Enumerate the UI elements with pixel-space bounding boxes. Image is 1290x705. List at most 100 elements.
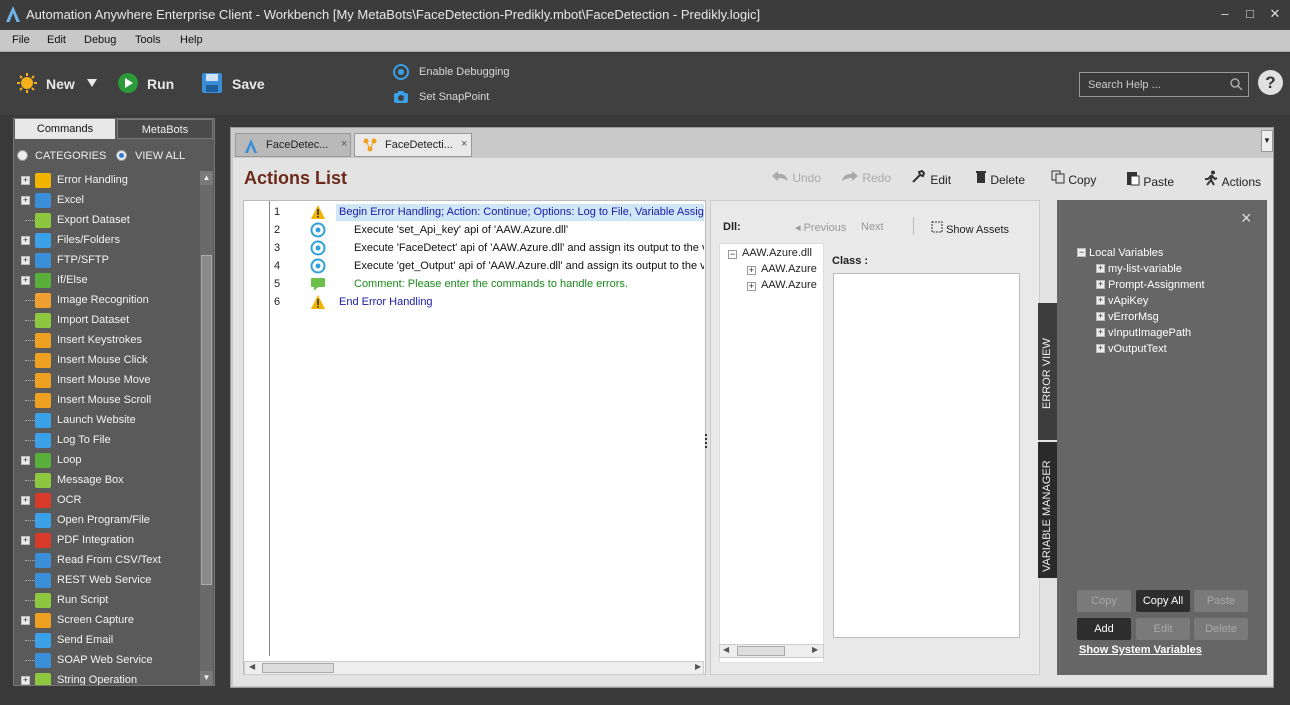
expand-toggle-icon[interactable]: + (21, 256, 30, 265)
menu-file[interactable]: File (12, 34, 30, 46)
expand-toggle-icon[interactable]: + (21, 616, 30, 625)
expand-toggle-icon[interactable]: + (747, 282, 756, 291)
view-all-radio[interactable] (116, 150, 127, 161)
scroll-thumb[interactable] (201, 255, 212, 585)
command-item[interactable]: Export Dataset (17, 211, 200, 231)
expand-toggle-icon[interactable]: + (1096, 344, 1105, 353)
command-item[interactable]: SOAP Web Service (17, 651, 200, 671)
scroll-left-icon[interactable]: ◀ (723, 645, 729, 654)
close-icon[interactable]: × (1241, 208, 1252, 229)
command-item[interactable]: Image Recognition (17, 291, 200, 311)
previous-button[interactable]: ◂ Previous (795, 221, 846, 234)
script-line[interactable]: 2 Execute 'set_Api_key' api of 'AAW.Azure… (244, 221, 704, 239)
delete-variable-button[interactable]: Delete (1194, 618, 1248, 640)
tab-variable-manager[interactable]: VARIABLE MANAGER (1038, 442, 1058, 578)
command-item[interactable]: Insert Mouse Move (17, 371, 200, 391)
undo-button[interactable]: Undo (771, 170, 821, 185)
scroll-thumb[interactable] (262, 663, 334, 673)
expand-toggle-icon[interactable]: + (21, 196, 30, 205)
add-variable-button[interactable]: Add (1077, 618, 1131, 640)
command-item[interactable]: Launch Website (17, 411, 200, 431)
expand-toggle-icon[interactable]: + (1096, 280, 1105, 289)
command-item[interactable]: Insert Mouse Click (17, 351, 200, 371)
tab-facedetection-2[interactable]: FaceDetecti... × (354, 133, 472, 157)
tab-close-icon[interactable]: × (341, 138, 347, 150)
menu-debug[interactable]: Debug (84, 34, 116, 46)
script-line[interactable]: 3 Execute 'FaceDetect' api of 'AAW.Azure.… (244, 239, 704, 257)
scroll-up-icon[interactable]: ▲ (200, 171, 213, 185)
edit-button[interactable]: Edit (911, 169, 951, 187)
expand-toggle-icon[interactable]: + (21, 276, 30, 285)
search-help-input[interactable]: Search Help ... (1079, 72, 1249, 97)
redo-button[interactable]: Redo (841, 170, 891, 185)
copy-variable-button[interactable]: Copy (1077, 590, 1131, 612)
expand-toggle-icon[interactable]: + (21, 456, 30, 465)
tab-commands[interactable]: Commands (15, 119, 115, 139)
tab-close-icon[interactable]: × (461, 138, 467, 150)
set-snappoint-button[interactable]: Set SnapPoint (419, 91, 489, 103)
command-item[interactable]: + OCR (17, 491, 200, 511)
expand-toggle-icon[interactable]: + (21, 176, 30, 185)
menu-edit[interactable]: Edit (47, 34, 66, 46)
class-list[interactable] (833, 273, 1020, 638)
show-assets-button[interactable]: Show Assets (931, 221, 1009, 236)
maximize-button[interactable]: □ (1241, 6, 1259, 21)
tab-facedetection-1[interactable]: FaceDetec... × (235, 133, 351, 157)
help-button[interactable]: ? (1258, 70, 1283, 95)
command-item[interactable]: + If/Else (17, 271, 200, 291)
search-icon[interactable] (1230, 78, 1243, 94)
show-system-variables-link[interactable]: Show System Variables (1079, 644, 1202, 656)
next-button[interactable]: Next (861, 221, 884, 233)
minimize-button[interactable]: – (1216, 6, 1234, 21)
scroll-down-icon[interactable]: ▼ (200, 671, 213, 685)
collapse-toggle-icon[interactable]: − (728, 250, 737, 259)
command-item[interactable]: Send Email (17, 631, 200, 651)
delete-button[interactable]: Delete (975, 170, 1025, 187)
command-item[interactable]: Run Script (17, 591, 200, 611)
expand-toggle-icon[interactable]: + (21, 536, 30, 545)
expand-toggle-icon[interactable]: + (1096, 296, 1105, 305)
command-item[interactable]: + String Operation (17, 671, 200, 685)
command-item[interactable]: + Files/Folders (17, 231, 200, 251)
command-item[interactable]: + Error Handling (17, 171, 200, 191)
expand-toggle-icon[interactable]: + (1096, 328, 1105, 337)
dll-tree-hscrollbar[interactable]: ◀ ▶ (719, 644, 824, 658)
tab-error-view[interactable]: ERROR VIEW (1038, 303, 1058, 440)
command-item[interactable]: Log To File (17, 431, 200, 451)
new-button[interactable]: New (46, 76, 75, 92)
scroll-left-icon[interactable]: ◀ (249, 662, 255, 671)
command-item[interactable]: Message Box (17, 471, 200, 491)
dll-tree-child[interactable]: AAW.Azure (761, 263, 817, 275)
expand-toggle-icon[interactable]: + (747, 266, 756, 275)
command-item[interactable]: + Loop (17, 451, 200, 471)
expand-toggle-icon[interactable]: + (1096, 264, 1105, 273)
splitter-handle[interactable] (705, 434, 708, 448)
menu-help[interactable]: Help (180, 34, 203, 46)
copy-all-variables-button[interactable]: Copy All (1136, 590, 1190, 612)
enable-debugging-button[interactable]: Enable Debugging (419, 66, 510, 78)
expand-toggle-icon[interactable]: + (21, 676, 30, 685)
command-item[interactable]: + Excel (17, 191, 200, 211)
scroll-right-icon[interactable]: ▶ (695, 662, 701, 671)
tab-metabots[interactable]: MetaBots (117, 119, 213, 139)
scroll-thumb[interactable] (737, 646, 785, 656)
command-item[interactable]: Import Dataset (17, 311, 200, 331)
command-item[interactable]: + FTP/SFTP (17, 251, 200, 271)
expand-toggle-icon[interactable]: + (1096, 312, 1105, 321)
script-line[interactable]: 1 Begin Error Handling; Action: Continue;… (244, 203, 704, 221)
command-item[interactable]: + Screen Capture (17, 611, 200, 631)
paste-variable-button[interactable]: Paste (1194, 590, 1248, 612)
command-item[interactable]: REST Web Service (17, 571, 200, 591)
command-item[interactable]: Read From CSV/Text (17, 551, 200, 571)
command-item[interactable]: Insert Keystrokes (17, 331, 200, 351)
save-button[interactable]: Save (232, 76, 265, 92)
copy-button[interactable]: Copy (1051, 170, 1096, 187)
menu-tools[interactable]: Tools (135, 34, 161, 46)
script-line[interactable]: 5 Comment: Please enter the commands to h… (244, 275, 704, 293)
paste-button[interactable]: Paste (1126, 170, 1174, 189)
run-button[interactable]: Run (147, 76, 174, 92)
script-line[interactable]: 6 End Error Handling (244, 293, 704, 311)
editor-hscrollbar[interactable]: ◀ ▶ (244, 661, 704, 675)
scroll-right-icon[interactable]: ▶ (812, 645, 818, 654)
dll-tree-child[interactable]: AAW.Azure (761, 279, 817, 291)
